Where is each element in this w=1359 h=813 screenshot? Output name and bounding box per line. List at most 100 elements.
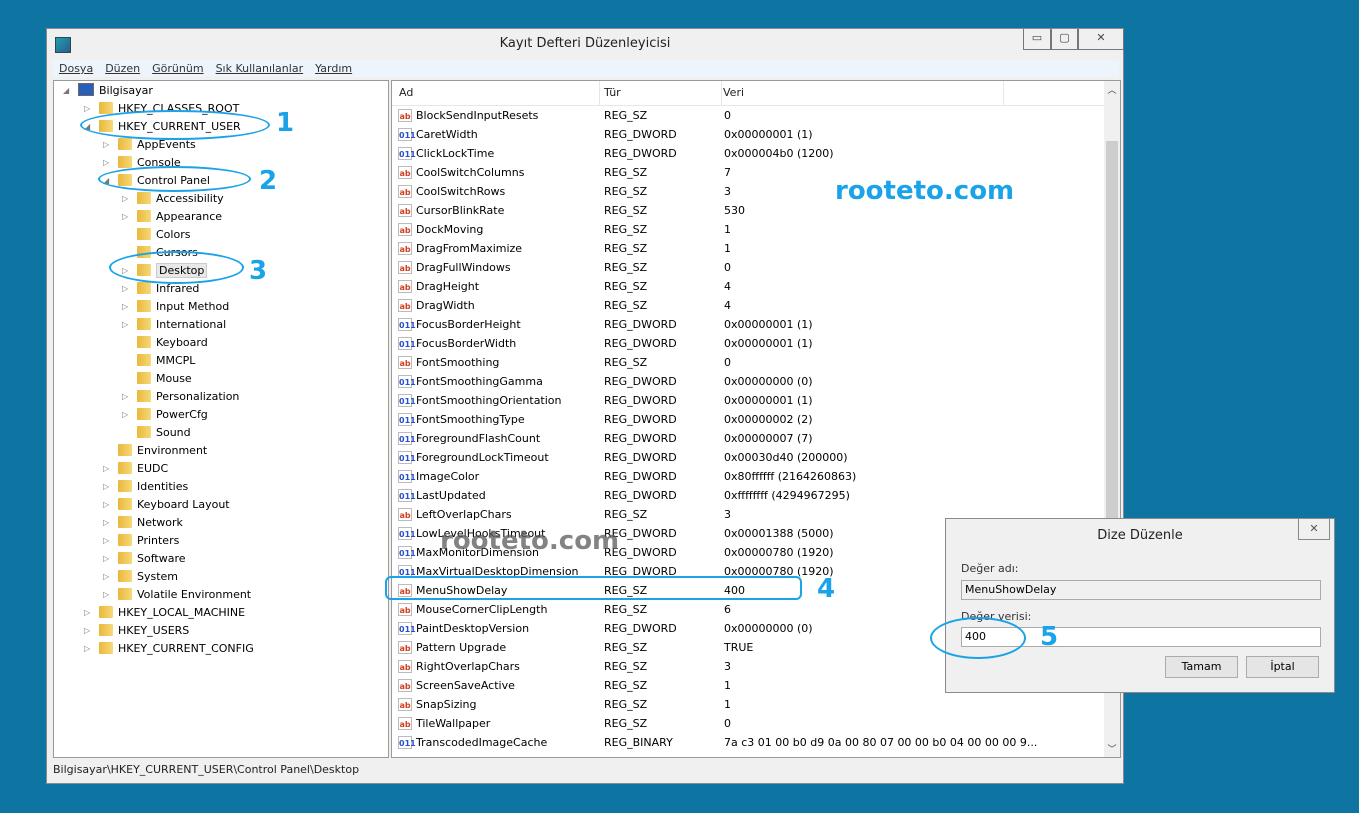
expand-arrow-icon[interactable]: ▷ [122, 406, 128, 424]
tree-item[interactable]: ▷ Accessibility [122, 190, 224, 208]
tree-item[interactable]: ▷ Identities [103, 478, 188, 496]
value-name: FontSmoothingOrientation [416, 394, 562, 407]
tree-item[interactable]: ▷ Volatile Environment [103, 586, 251, 604]
value-row[interactable]: 011 ImageColor REG_DWORD 0x80ffffff (216426… [392, 467, 1102, 486]
menu-dosya[interactable]: Dosya [53, 60, 99, 77]
value-type: REG_SZ [604, 242, 648, 255]
expand-arrow-icon[interactable]: ▷ [103, 532, 109, 550]
tree-item[interactable]: ▷ International [122, 316, 226, 334]
tree-item[interactable]: ▷ Personalization [122, 388, 239, 406]
value-name: PaintDesktopVersion [416, 622, 530, 635]
expand-arrow-icon[interactable]: ▷ [84, 100, 90, 118]
cancel-button[interactable]: İptal [1246, 656, 1319, 678]
expand-arrow-icon[interactable]: ▷ [103, 460, 109, 478]
value-row[interactable]: ab DockMoving REG_SZ 1 [392, 220, 1102, 239]
expand-arrow-icon[interactable]: ▷ [103, 478, 109, 496]
expand-arrow-icon[interactable]: ▷ [103, 496, 109, 514]
folder-icon [118, 444, 132, 456]
value-row[interactable]: ab TileWallpaper REG_SZ 0 [392, 714, 1102, 733]
expand-arrow-icon[interactable]: ▷ [122, 298, 128, 316]
tree-item[interactable]: MMCPL [137, 352, 195, 370]
value-row[interactable]: ab DragFullWindows REG_SZ 0 [392, 258, 1102, 277]
column-name[interactable]: Ad [392, 81, 600, 105]
menu-gorunum[interactable]: Görünüm [146, 60, 209, 77]
dialog-close-button[interactable]: ✕ [1298, 519, 1330, 540]
scrollbar-thumb[interactable] [1106, 141, 1118, 521]
tree-item[interactable]: Mouse [137, 370, 192, 388]
value-row[interactable]: 011 ForegroundFlashCount REG_DWORD 0x000000… [392, 429, 1102, 448]
string-value-icon: ab [398, 717, 412, 730]
value-row[interactable]: 011 FocusBorderHeight REG_DWORD 0x00000001 … [392, 315, 1102, 334]
tree-item[interactable]: Sound [137, 424, 191, 442]
menu-yardim[interactable]: Yardım [309, 60, 358, 77]
tree-item[interactable]: ▷ Appearance [122, 208, 222, 226]
minimize-button[interactable]: ▭ [1023, 29, 1051, 50]
value-row[interactable]: ab DragWidth REG_SZ 4 [392, 296, 1102, 315]
tree-item[interactable]: Environment [118, 442, 207, 460]
close-button[interactable]: ✕ [1078, 29, 1124, 50]
expand-arrow-icon[interactable]: ▷ [122, 190, 128, 208]
tree-item[interactable]: ▷ Software [103, 550, 186, 568]
column-type[interactable]: Tür [599, 81, 722, 105]
binary-value-icon: 011 [398, 451, 416, 464]
tree-item[interactable]: Keyboard [137, 334, 208, 352]
value-data: 0x00000001 (1) [724, 394, 813, 407]
expand-arrow-icon[interactable]: ▷ [84, 604, 90, 622]
expand-arrow-icon[interactable]: ▷ [103, 550, 109, 568]
value-type: REG_SZ [604, 204, 648, 217]
expand-arrow-icon[interactable]: ◢ [63, 82, 69, 100]
value-name: DockMoving [416, 223, 484, 236]
expand-arrow-icon[interactable]: ▷ [103, 586, 109, 604]
tree-item-label: Colors [156, 228, 191, 241]
string-value-icon: ab [398, 698, 412, 711]
column-data[interactable]: Veri [719, 81, 1004, 105]
tree-item[interactable]: ▷ HKEY_LOCAL_MACHINE [84, 604, 245, 622]
tree-item[interactable]: ▷ Keyboard Layout [103, 496, 230, 514]
expand-arrow-icon[interactable]: ▷ [122, 316, 128, 334]
expand-arrow-icon[interactable]: ▷ [122, 388, 128, 406]
tree-item[interactable]: ◢ Bilgisayar [63, 82, 153, 100]
scroll-down-icon[interactable]: ﹀ [1104, 742, 1120, 755]
value-row[interactable]: 011 CaretWidth REG_DWORD 0x00000001 (1) [392, 125, 1102, 144]
value-row[interactable]: ab DragFromMaximize REG_SZ 1 [392, 239, 1102, 258]
tree-item[interactable]: ▷ EUDC [103, 460, 168, 478]
value-row[interactable]: 011 LastUpdated REG_DWORD 0xffffffff (42949… [392, 486, 1102, 505]
value-row[interactable]: 011 FontSmoothingOrientation REG_DWORD 0x00… [392, 391, 1102, 410]
tree-item[interactable]: Colors [137, 226, 190, 244]
expand-arrow-icon[interactable]: ▷ [103, 154, 109, 172]
value-row[interactable]: 011 ClickLockTime REG_DWORD 0x000004b0 (120… [392, 144, 1102, 163]
value-row[interactable]: ab BlockSendInputResets REG_SZ 0 [392, 106, 1102, 125]
ok-button[interactable]: Tamam [1165, 656, 1238, 678]
tree-item-label: Keyboard Layout [137, 498, 230, 511]
tree-item[interactable]: ▷ HKEY_USERS [84, 622, 189, 640]
tree-item[interactable]: ▷ PowerCfg [122, 406, 208, 424]
menu-sik-kullanilanlar[interactable]: Sık Kullanılanlar [210, 60, 310, 77]
annotation-number: 2 [259, 166, 278, 196]
value-row[interactable]: 011 TranscodedImageCache REG_BINARY 7a c3 0… [392, 733, 1102, 752]
expand-arrow-icon[interactable]: ▷ [84, 640, 90, 658]
tree-item[interactable]: ▷ Network [103, 514, 183, 532]
value-row[interactable]: ab DragHeight REG_SZ 4 [392, 277, 1102, 296]
expand-arrow-icon[interactable]: ▷ [103, 136, 109, 154]
tree-item[interactable]: ▷ Input Method [122, 298, 229, 316]
value-row[interactable]: 011 FontSmoothingGamma REG_DWORD 0x00000000… [392, 372, 1102, 391]
value-row[interactable]: ab FontSmoothing REG_SZ 0 [392, 353, 1102, 372]
expand-arrow-icon[interactable]: ▷ [122, 208, 128, 226]
folder-icon [137, 390, 151, 402]
expand-arrow-icon[interactable]: ▷ [84, 622, 90, 640]
expand-arrow-icon[interactable]: ▷ [122, 280, 128, 298]
string-value-icon: ab [398, 204, 412, 217]
value-row[interactable]: 011 ForegroundLockTimeout REG_DWORD 0x00030… [392, 448, 1102, 467]
expand-arrow-icon[interactable]: ▷ [103, 568, 109, 586]
scroll-up-icon[interactable]: ︿ [1104, 83, 1120, 96]
value-row[interactable]: 011 FocusBorderWidth REG_DWORD 0x00000001 (… [392, 334, 1102, 353]
menu-duzen[interactable]: Düzen [99, 60, 146, 77]
expand-arrow-icon[interactable]: ▷ [103, 514, 109, 532]
value-name: MouseCornerClipLength [416, 603, 548, 616]
maximize-button[interactable]: ▢ [1051, 29, 1078, 50]
tree-item[interactable]: ▷ HKEY_CURRENT_CONFIG [84, 640, 254, 658]
value-row[interactable]: 011 FontSmoothingType REG_DWORD 0x00000002 … [392, 410, 1102, 429]
value-row[interactable]: ab SnapSizing REG_SZ 1 [392, 695, 1102, 714]
tree-item[interactable]: ▷ Printers [103, 532, 179, 550]
tree-item[interactable]: ▷ System [103, 568, 178, 586]
